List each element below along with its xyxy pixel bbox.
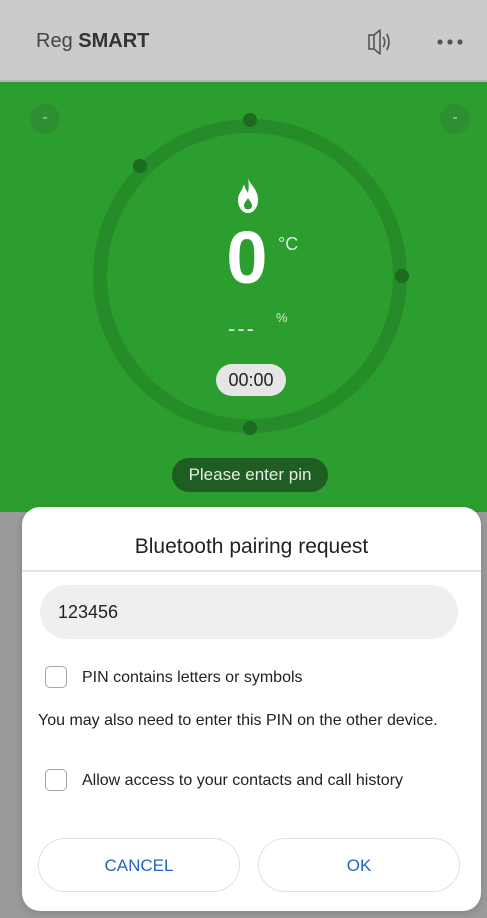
humidity-value: --- — [228, 316, 256, 341]
dialog-divider — [22, 570, 481, 572]
temperature-unit: °C — [278, 234, 299, 254]
app-bar: Reg SMART — [0, 0, 487, 82]
corner-button-right[interactable]: - — [440, 104, 470, 134]
contacts-access-label[interactable]: Allow access to your contacts and call h… — [82, 772, 403, 790]
pin-letters-label[interactable]: PIN contains letters or symbols — [82, 669, 303, 687]
contacts-access-checkbox[interactable] — [45, 769, 67, 791]
ok-button[interactable]: OK — [258, 838, 460, 892]
dial-knob-bottom[interactable] — [243, 421, 257, 435]
dial-knob-right[interactable] — [395, 269, 409, 283]
more-icon[interactable] — [432, 30, 468, 54]
flame-icon — [232, 176, 264, 216]
pin-input[interactable] — [40, 585, 458, 639]
temperature-value: 0 — [226, 216, 268, 299]
status-badge: Please enter pin — [172, 458, 328, 492]
dial-knob-upper-left[interactable] — [133, 159, 147, 173]
dial-knob-top[interactable] — [243, 113, 257, 127]
corner-button-left[interactable]: - — [30, 104, 60, 134]
time-display[interactable]: 00:00 — [216, 364, 286, 396]
speaker-icon[interactable] — [358, 24, 398, 60]
dialog-title: Bluetooth pairing request — [134, 535, 369, 558]
app-title-prefix: Reg — [36, 30, 79, 52]
pin-letters-checkbox[interactable] — [45, 666, 67, 688]
pin-info-text: You may also need to enter this PIN on t… — [38, 712, 438, 729]
cancel-button[interactable]: CANCEL — [38, 838, 240, 892]
humidity-unit: % — [276, 310, 288, 325]
bluetooth-pairing-dialog: Bluetooth pairing request PIN contains l… — [22, 507, 481, 911]
app-title: Reg SMART — [36, 30, 149, 53]
app-title-bold: SMART — [78, 30, 150, 52]
